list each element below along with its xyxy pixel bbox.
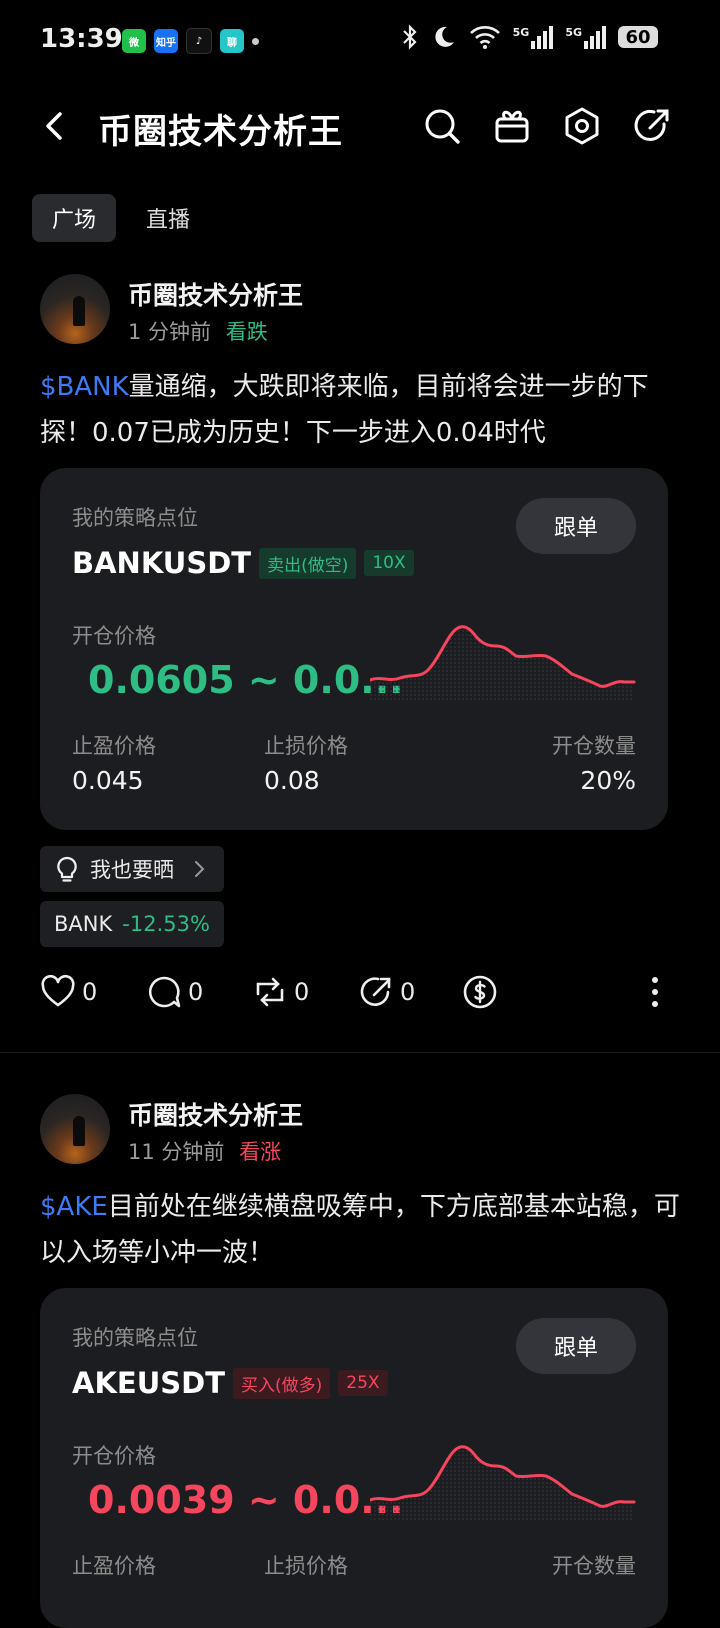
coin-symbol: BANK [54, 912, 113, 936]
post-divider [0, 1052, 720, 1053]
like-button[interactable]: 0 [40, 974, 97, 1010]
author-name[interactable]: 币圈技术分析王 [128, 276, 303, 312]
repost-icon [256, 977, 284, 1007]
quantity-label: 开仓数量 [552, 734, 636, 758]
quantity-label: 开仓数量 [552, 1554, 636, 1578]
share-icon[interactable] [630, 104, 674, 148]
moon-icon [435, 26, 454, 47]
share-too-button[interactable]: 我也要晒 [40, 846, 224, 892]
forward-count: 0 [400, 978, 416, 1006]
take-profit-label: 止盈价格 [72, 734, 156, 758]
take-profit-label: 止盈价格 [72, 1554, 156, 1578]
comment-button[interactable]: 0 [146, 974, 203, 1010]
notification-dot-icon [252, 37, 259, 45]
settings-hexagon-icon[interactable] [560, 104, 604, 148]
tiktok-app-icon: ♪ [186, 28, 212, 54]
forward-button[interactable]: 0 [358, 974, 415, 1010]
wechat-app-icon: 微 [122, 29, 146, 53]
leverage-badge: 10X [364, 550, 414, 576]
avatar[interactable] [40, 274, 110, 344]
author-name[interactable]: 币圈技术分析王 [128, 1096, 303, 1132]
status-indicators: 5G 5G 60 [401, 24, 658, 50]
comment-count: 0 [188, 978, 204, 1006]
strategy-card[interactable]: 我的策略点位 BANKUSDT 卖出(做空) 10X 跟单 开仓价格 0.060… [40, 468, 668, 830]
ticker-link[interactable]: $AKE [40, 1192, 108, 1222]
leverage-badge: 25X [338, 1370, 388, 1396]
heart-icon [41, 974, 75, 1007]
stop-loss-value: 0.08 [264, 766, 320, 795]
post-text: $BANK量通缩，大跌即将来临，目前将会进一步的下探！0.07已成为历史！下一步… [40, 364, 680, 456]
zhihu-app-icon: 知乎 [154, 29, 178, 53]
status-app-icons: 微 知乎 ♪ 聊 [122, 28, 259, 54]
take-profit-value: 0.045 [72, 766, 144, 795]
misc-app-icon: 聊 [220, 29, 244, 53]
signal-1-icon: 5G [513, 25, 554, 49]
forward-share-icon [360, 977, 391, 1006]
side-badge: 卖出(做空) [259, 547, 357, 579]
stop-loss-label: 止损价格 [264, 1554, 348, 1578]
stop-loss-label: 止损价格 [264, 734, 348, 758]
card-label: 我的策略点位 [72, 1326, 198, 1350]
search-icon[interactable] [420, 104, 464, 148]
quantity-value: 20% [580, 766, 636, 795]
mini-price-chart [370, 625, 636, 702]
pair-row: AKEUSDT 买入(做多) 25X [72, 1366, 388, 1400]
post-text: $AKE目前处在继续横盘吸筹中，下方底部基本站稳，可以入场等小冲一波！ [40, 1184, 680, 1276]
post-time: 11 分钟前 [128, 1140, 225, 1164]
gift-icon[interactable] [490, 104, 534, 148]
more-options-icon[interactable] [640, 974, 670, 1010]
entry-label: 开仓价格 [72, 624, 156, 648]
follow-order-button[interactable]: 跟单 [516, 498, 636, 554]
sentiment-badge: 看跌 [225, 320, 268, 344]
card-label: 我的策略点位 [72, 506, 198, 530]
ticker-link[interactable]: $BANK [40, 372, 129, 402]
post-body: 量通缩，大跌即将来临，目前将会进一步的下探！0.07已成为历史！下一步进入0.0… [40, 372, 649, 448]
post-meta: 11 分钟前 看涨 [128, 1136, 281, 1166]
tab-live[interactable]: 直播 [126, 194, 210, 242]
post-body: 目前处在继续横盘吸筹中，下方底部基本站稳，可以入场等小冲一波！ [40, 1192, 680, 1268]
battery-indicator: 60 [618, 26, 658, 48]
entry-price: 0.0039 ~ 0.0... [88, 1478, 404, 1522]
tab-square[interactable]: 广场 [32, 194, 117, 242]
sentiment-badge: 看涨 [239, 1140, 282, 1164]
avatar[interactable] [40, 1094, 110, 1164]
page-title: 币圈技术分析王 [98, 112, 343, 152]
comment-icon [148, 976, 181, 1008]
signal-2-icon: 5G [565, 25, 606, 49]
entry-label: 开仓价格 [72, 1444, 156, 1468]
share-too-label: 我也要晒 [90, 858, 174, 882]
follow-order-button[interactable]: 跟单 [516, 1318, 636, 1374]
bluetooth-icon [402, 24, 417, 50]
status-time: 13:39 [40, 24, 123, 54]
side-badge: 买入(做多) [233, 1367, 331, 1399]
repost-button[interactable]: 0 [252, 974, 309, 1010]
pair-name: BANKUSDT [72, 546, 252, 580]
back-button[interactable] [34, 104, 78, 148]
post-time: 1 分钟前 [128, 320, 212, 344]
entry-price: 0.0605 ~ 0.0... [88, 658, 404, 702]
like-count: 0 [82, 978, 98, 1006]
mini-price-chart [370, 1445, 636, 1522]
pair-row: BANKUSDT 卖出(做空) 10X [72, 546, 414, 580]
pair-name: AKEUSDT [72, 1366, 226, 1400]
chevron-right-icon [195, 861, 205, 877]
tip-coin-icon[interactable] [462, 974, 498, 1010]
coin-change: -12.53% [122, 912, 210, 936]
coin-chip[interactable]: BANK -12.53% [40, 901, 224, 947]
lightbulb-icon [57, 856, 77, 882]
wifi-icon [469, 26, 500, 49]
strategy-card[interactable]: 我的策略点位 AKEUSDT 买入(做多) 25X 跟单 开仓价格 0.0039… [40, 1288, 668, 1628]
post-meta: 1 分钟前 看跌 [128, 316, 268, 346]
repost-count: 0 [294, 978, 310, 1006]
